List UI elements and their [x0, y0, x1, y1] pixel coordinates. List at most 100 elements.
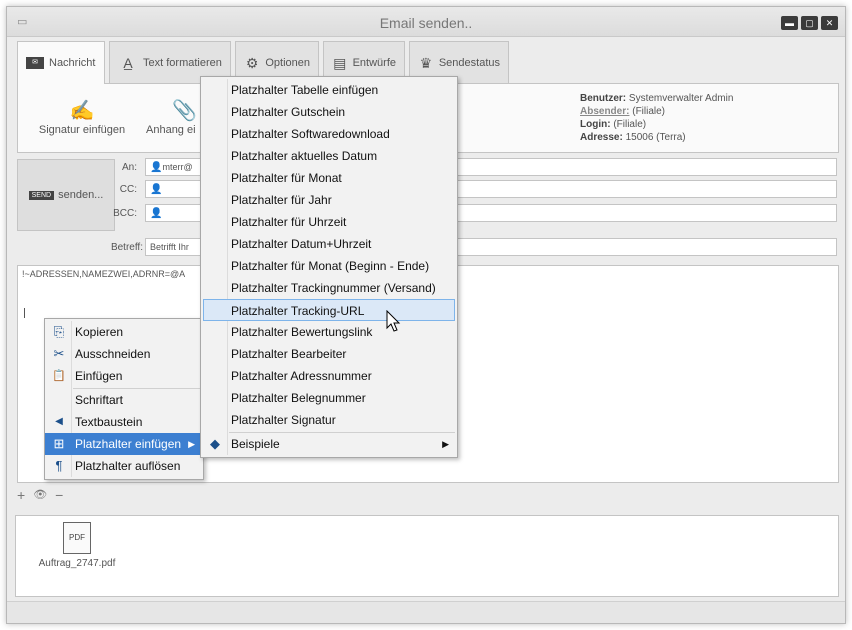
send-label: senden...	[58, 189, 104, 201]
submenu-item-label: Beispiele	[231, 437, 280, 451]
submenu-item-label: Platzhalter Trackingnummer (Versand)	[231, 281, 436, 295]
menu-item-schriftart[interactable]: Schriftart	[45, 389, 203, 411]
submenu-item[interactable]: Platzhalter Bewertungslink	[201, 321, 457, 343]
menu-item-ausschneiden[interactable]: ✂ Ausschneiden	[45, 343, 203, 365]
menu-item-platzhalter-aufloesen[interactable]: ¶ Platzhalter auflösen	[45, 455, 203, 477]
benutzer-value: Systemverwalter Admin	[628, 93, 734, 104]
submenu-item-label: Platzhalter Gutschein	[231, 105, 346, 119]
tab-label: Nachricht	[49, 57, 96, 69]
window-title: Email senden..	[379, 15, 473, 31]
login-label: Login:	[580, 119, 611, 130]
submenu-item[interactable]: Platzhalter für Jahr	[201, 189, 457, 211]
submenu-item[interactable]: Platzhalter aktuelles Datum	[201, 145, 457, 167]
drafts-icon: ▤	[333, 54, 347, 71]
tab-label: Sendestatus	[438, 56, 500, 69]
submenu-item[interactable]: Platzhalter Gutschein	[201, 101, 457, 123]
submenu-item-label: Platzhalter für Monat (Beginn - Ende)	[231, 259, 430, 273]
submenu-item-label: Platzhalter Tracking-URL	[231, 304, 365, 318]
submenu-item[interactable]: Platzhalter Datum+Uhrzeit	[201, 233, 457, 255]
submenu-item-beispiele[interactable]: ◆ Beispiele ▶	[201, 433, 457, 455]
submenu-item[interactable]: Platzhalter Trackingnummer (Versand)	[201, 277, 457, 299]
minimize-button[interactable]: ▬	[781, 16, 798, 30]
menu-item-textbaustein[interactable]: ◀ Textbaustein	[45, 411, 203, 433]
remove-attachment-icon[interactable]: −	[55, 487, 63, 503]
paste-icon: 📋	[52, 370, 66, 382]
attachment-label: Anhang ei	[146, 124, 196, 136]
submenu-item-label: Platzhalter für Jahr	[231, 193, 332, 207]
login-value: (Filiale)	[613, 119, 647, 130]
menu-item-label: Textbaustein	[75, 415, 143, 429]
adresse-label: Adresse:	[580, 132, 623, 143]
gears-icon: ⚙	[245, 54, 259, 71]
message-icon: ✉	[26, 57, 44, 69]
submenu-item-tracking-url[interactable]: Platzhalter Tracking-URL	[203, 299, 455, 321]
mouse-cursor-icon	[386, 310, 401, 332]
scissors-icon: ✂	[53, 346, 65, 361]
pilcrow-icon: ¶	[55, 458, 63, 473]
user-info: Benutzer: Systemverwalter Admin Absender…	[580, 92, 733, 144]
paperclip-icon: 📎	[172, 100, 197, 122]
submenu-item-label: Platzhalter Bewertungslink	[231, 325, 373, 339]
submenu-item[interactable]: Platzhalter Tabelle einfügen	[201, 79, 457, 101]
menu-item-einfuegen[interactable]: 📋 Einfügen	[45, 365, 203, 387]
submenu-item[interactable]: Platzhalter Adressnummer	[201, 365, 457, 387]
absender-value: (Filiale)	[632, 106, 666, 117]
subject-value: Betrifft Ihr	[150, 242, 189, 252]
submenu-item-label: Platzhalter Softwaredownload	[231, 127, 390, 141]
absender-link[interactable]: Absender:	[580, 106, 629, 117]
submenu-item-label: Platzhalter Datum+Uhrzeit	[231, 237, 372, 251]
submenu-item-label: Platzhalter Tabelle einfügen	[231, 83, 379, 97]
menu-item-label: Platzhalter auflösen	[75, 459, 181, 473]
submenu-item-label: Platzhalter Signatur	[231, 413, 336, 427]
close-button[interactable]: ✕	[821, 16, 838, 30]
submenu-item[interactable]: Platzhalter für Monat (Beginn - Ende)	[201, 255, 457, 277]
font-icon: A̲	[123, 54, 133, 71]
attachment-button[interactable]: 📎 Anhang ei	[146, 98, 206, 136]
user-icon: 👤	[150, 208, 163, 219]
attachment-list: PDF Auftrag_2747.pdf	[15, 515, 839, 597]
maximize-button[interactable]: ▢	[801, 16, 818, 30]
tab-label: Text formatieren	[143, 56, 222, 69]
submenu-arrow-icon: ▶	[188, 439, 195, 449]
user-icon: 👤	[150, 184, 163, 195]
send-status-icon: ♛	[419, 54, 433, 71]
view-attachment-icon[interactable]: 👁	[33, 487, 47, 503]
submenu-item[interactable]: Platzhalter Belegnummer	[201, 387, 457, 409]
menu-item-kopieren[interactable]: ⎘ Kopieren	[45, 321, 203, 343]
submenu-item[interactable]: Platzhalter für Uhrzeit	[201, 211, 457, 233]
menu-item-label: Ausschneiden	[75, 347, 151, 361]
title-bar[interactable]: ▭ Email senden.. ▬ ▢ ✕	[7, 7, 845, 37]
menu-item-platzhalter-einfuegen[interactable]: ⊞ Platzhalter einfügen ▶	[45, 433, 203, 455]
tab-label: Optionen	[265, 56, 310, 69]
submenu-item[interactable]: Platzhalter Signatur	[201, 409, 457, 431]
benutzer-label: Benutzer:	[580, 93, 627, 104]
submenu-item-label: Platzhalter Belegnummer	[231, 391, 366, 405]
placeholder-submenu: Platzhalter Tabelle einfügen Platzhalter…	[200, 76, 458, 458]
menu-item-label: Schriftart	[75, 393, 124, 407]
attachment-item[interactable]: PDF Auftrag_2747.pdf	[32, 522, 122, 569]
menu-item-label: Einfügen	[75, 369, 123, 383]
attachment-toolbar: + 👁 −	[17, 487, 63, 503]
submenu-item-label: Platzhalter für Monat	[231, 171, 342, 185]
submenu-item[interactable]: Platzhalter Bearbeiter	[201, 343, 457, 365]
tab-nachricht[interactable]: ✉ Nachricht	[17, 41, 105, 84]
cc-label: CC:	[119, 184, 137, 195]
copy-icon: ⎘	[53, 324, 65, 339]
submenu-item-label: Platzhalter aktuelles Datum	[231, 149, 378, 163]
bcc-label: BCC:	[113, 208, 137, 219]
add-attachment-icon[interactable]: +	[17, 487, 25, 503]
submenu-item-label: Platzhalter für Uhrzeit	[231, 215, 347, 229]
submenu-item[interactable]: Platzhalter Softwaredownload	[201, 123, 457, 145]
context-menu: ⎘ Kopieren ✂ Ausschneiden 📋 Einfügen Sch…	[44, 318, 204, 480]
status-bar	[7, 601, 845, 623]
placeholder-insert-icon: ⊞	[53, 436, 65, 451]
body-text: !~ADRESSEN,NAMEZWEI,ADRNR=@A	[22, 269, 186, 279]
submenu-arrow-icon: ▶	[442, 439, 449, 449]
submenu-item[interactable]: Platzhalter für Monat	[201, 167, 457, 189]
user-icon: 👤	[150, 162, 163, 173]
menu-item-label: Kopieren	[75, 325, 124, 339]
send-button[interactable]: SEND senden...	[17, 159, 115, 231]
signature-label: Signatur einfügen	[38, 124, 126, 136]
submenu-item-label: Platzhalter Bearbeiter	[231, 347, 347, 361]
signature-button[interactable]: ✍ Signatur einfügen	[34, 98, 130, 136]
